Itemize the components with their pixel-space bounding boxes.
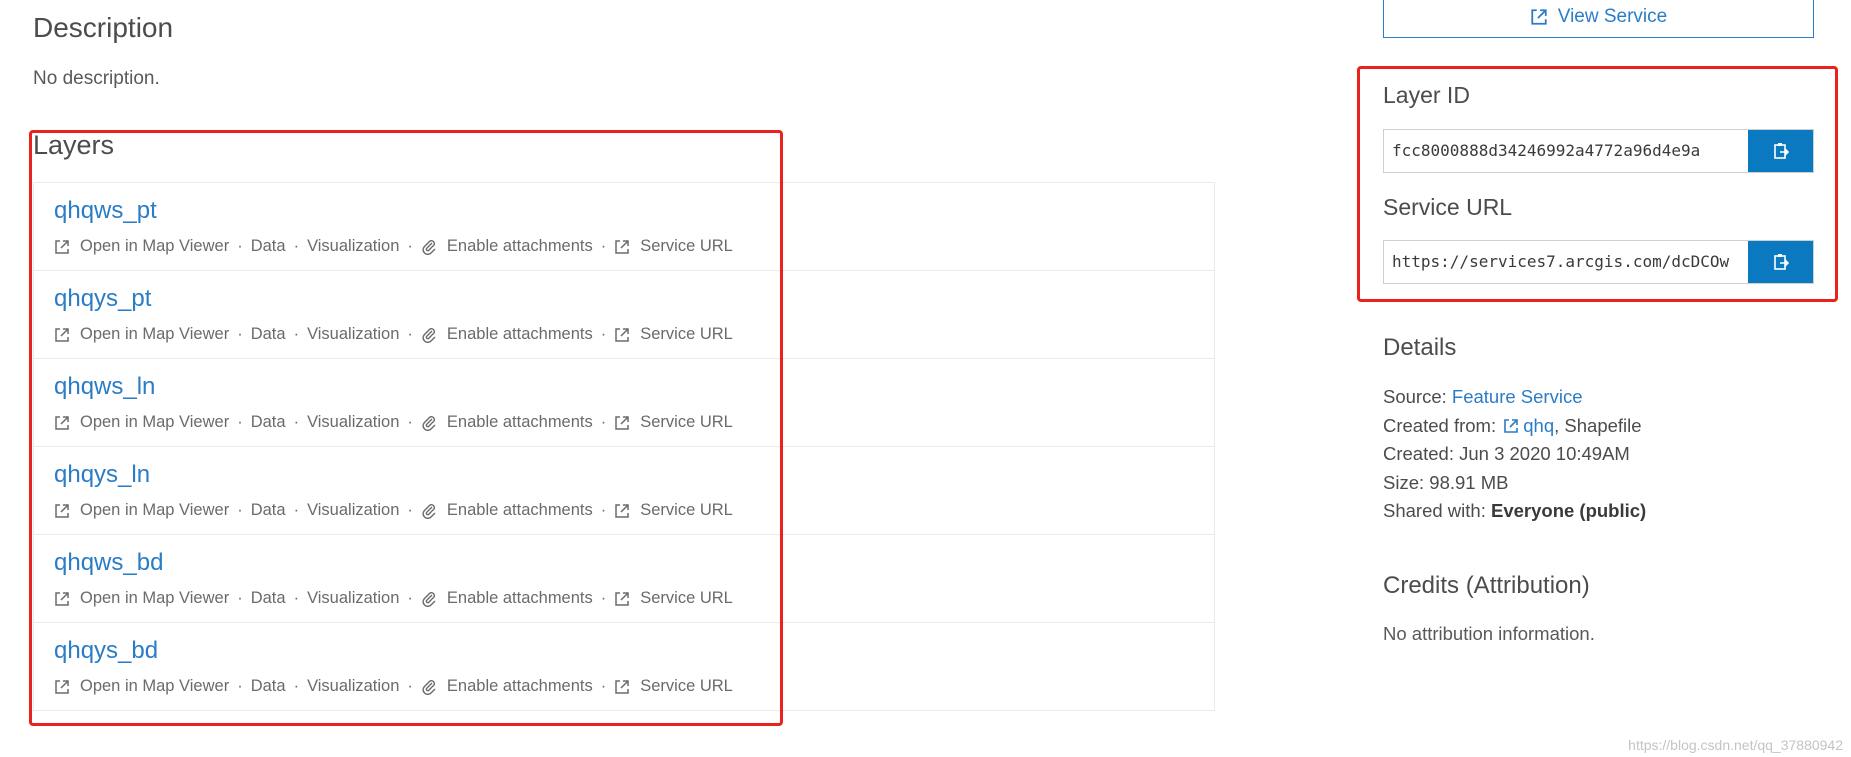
- shared-value: Everyone (public): [1490, 500, 1647, 521]
- details-list: Source: Feature Service Created from: qh…: [1383, 383, 1646, 526]
- created-from-suffix: , Shapefile: [1554, 414, 1642, 436]
- watermark: https://blog.csdn.net/qq_37880942: [1628, 737, 1843, 753]
- external-link-icon: [1530, 8, 1548, 26]
- service-url-field: https://services7.arcgis.com/dcDCOw: [1383, 240, 1814, 284]
- created-from-link[interactable]: qhq: [1523, 415, 1554, 436]
- credits-title: Credits (Attribution): [1383, 572, 1590, 599]
- size-label: Size:: [1383, 471, 1425, 493]
- detail-created: Created: Jun 3 2020 10:49AM: [1383, 440, 1646, 469]
- layer-id-label: Layer ID: [1383, 82, 1470, 108]
- copy-layer-id-button[interactable]: [1748, 130, 1813, 172]
- clipboard-copy-icon: [1773, 143, 1789, 159]
- layer-id-field: fcc8000888d34246992a4772a96d4e9a: [1383, 129, 1814, 173]
- view-service-button[interactable]: View Service: [1383, 0, 1814, 38]
- service-url-label: Service URL: [1383, 194, 1513, 220]
- view-service-label: View Service: [1557, 6, 1668, 27]
- detail-size: Size: 98.91 MB: [1383, 469, 1646, 498]
- details-title: Details: [1383, 334, 1457, 361]
- layers-highlight-box: [29, 130, 783, 726]
- created-label: Created:: [1383, 443, 1454, 464]
- created-from-label: Created from:: [1383, 414, 1497, 436]
- detail-created-from: Created from: qhq, Shapefile: [1383, 412, 1646, 441]
- created-value: Jun 3 2020 10:49AM: [1459, 443, 1630, 464]
- clipboard-copy-icon: [1773, 254, 1789, 270]
- service-url-input[interactable]: https://services7.arcgis.com/dcDCOw: [1384, 241, 1748, 283]
- copy-service-url-button[interactable]: [1748, 241, 1813, 283]
- source-label: Source:: [1383, 386, 1447, 407]
- external-link-icon: [1503, 418, 1519, 434]
- source-link[interactable]: Feature Service: [1452, 386, 1583, 407]
- credits-text: No attribution information.: [1383, 623, 1595, 644]
- description-title: Description: [33, 12, 174, 43]
- shared-label: Shared with:: [1383, 500, 1486, 521]
- size-value: 98.91 MB: [1429, 471, 1509, 493]
- detail-source: Source: Feature Service: [1383, 383, 1646, 412]
- layer-id-input[interactable]: fcc8000888d34246992a4772a96d4e9a: [1384, 130, 1748, 172]
- description-text: No description.: [33, 68, 160, 89]
- detail-shared: Shared with: Everyone (public): [1383, 497, 1646, 526]
